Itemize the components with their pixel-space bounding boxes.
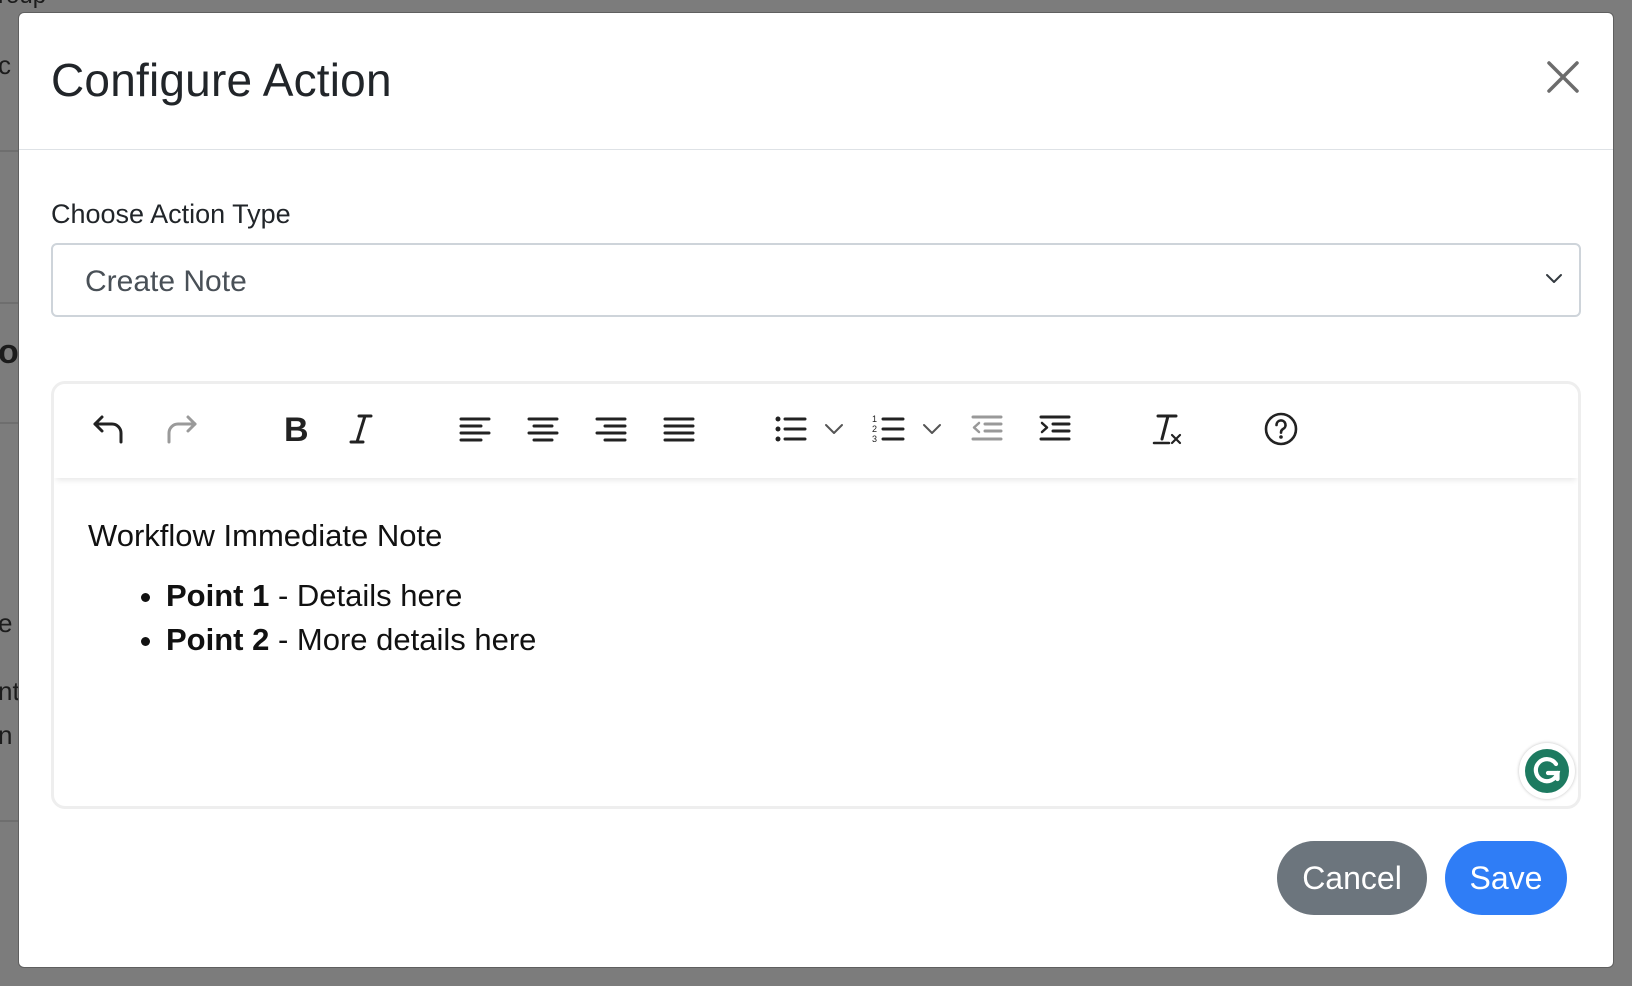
editor-toolbar: B 1 2 3 xyxy=(54,384,1578,478)
save-button[interactable]: Save xyxy=(1445,841,1567,915)
bullet-list-dropdown[interactable] xyxy=(822,414,846,444)
redo-icon xyxy=(167,415,197,444)
svg-text:1: 1 xyxy=(872,414,877,424)
note-bullet-list: Point 1 - Details here Point 2 - More de… xyxy=(88,574,1548,662)
numbered-list-icon: 1 2 3 xyxy=(872,414,905,444)
list-item-text: - Details here xyxy=(269,578,463,613)
chevron-down-icon xyxy=(923,424,941,434)
align-left-button[interactable] xyxy=(452,406,498,452)
align-justify-icon xyxy=(663,417,695,442)
numbered-list-dropdown[interactable] xyxy=(920,414,944,444)
grammarly-icon xyxy=(1525,749,1569,793)
configure-action-modal: Configure Action Choose Action Type Crea… xyxy=(18,12,1614,968)
svg-text:B: B xyxy=(284,411,309,447)
action-type-select[interactable]: Create Note xyxy=(51,243,1581,317)
modal-header: Configure Action xyxy=(19,13,1613,150)
help-icon xyxy=(1264,412,1298,446)
modal-title: Configure Action xyxy=(51,54,392,106)
indent-button[interactable] xyxy=(1032,406,1078,452)
align-center-button[interactable] xyxy=(520,406,566,452)
close-icon xyxy=(1547,61,1579,93)
editor-content[interactable]: Workflow Immediate Note Point 1 - Detail… xyxy=(88,514,1548,662)
background-text: o xyxy=(0,333,19,371)
undo-button[interactable] xyxy=(86,406,132,452)
align-justify-button[interactable] xyxy=(656,406,702,452)
bold-button[interactable]: B xyxy=(270,406,316,452)
action-type-value: Create Note xyxy=(85,265,247,298)
note-paragraph: Workflow Immediate Note xyxy=(88,518,443,553)
background-text: nt xyxy=(0,676,20,706)
align-center-icon xyxy=(527,417,559,442)
bullet-list-button[interactable] xyxy=(768,406,814,452)
action-type-label: Choose Action Type xyxy=(51,199,291,229)
clear-formatting-icon xyxy=(1152,414,1182,445)
align-left-icon xyxy=(459,417,491,442)
undo-icon xyxy=(93,415,123,444)
help-button[interactable] xyxy=(1258,406,1304,452)
italic-button[interactable] xyxy=(338,406,384,452)
bold-icon: B xyxy=(284,411,309,447)
clear-formatting-button[interactable] xyxy=(1144,406,1190,452)
background-text: roup xyxy=(0,0,46,10)
italic-icon xyxy=(349,414,373,444)
outdent-icon xyxy=(971,415,1003,441)
outdent-button[interactable] xyxy=(964,406,1010,452)
chevron-down-icon xyxy=(1546,274,1562,283)
redo-button[interactable] xyxy=(158,406,204,452)
list-item-text: - More details here xyxy=(269,622,537,657)
grammarly-button[interactable] xyxy=(1519,743,1575,799)
list-item-bold: Point 2 xyxy=(166,622,270,657)
list-item: Point 1 - Details here xyxy=(166,574,1548,618)
svg-text:3: 3 xyxy=(872,434,877,444)
chevron-down-icon xyxy=(825,424,843,434)
indent-icon xyxy=(1039,415,1071,441)
bullet-list-icon xyxy=(775,416,807,442)
rich-text-editor: B 1 2 3 Workflow Immediate Note • Point … xyxy=(51,381,1581,809)
svg-text:2: 2 xyxy=(872,424,877,434)
cancel-button[interactable]: Cancel xyxy=(1277,841,1427,915)
align-right-icon xyxy=(595,417,627,442)
background-text: c xyxy=(0,50,11,80)
align-right-button[interactable] xyxy=(588,406,634,452)
list-item-bold: Point 1 xyxy=(166,578,270,613)
list-item: Point 2 - More details here xyxy=(166,618,1548,662)
close-button[interactable] xyxy=(1543,57,1583,97)
numbered-list-button[interactable]: 1 2 3 xyxy=(866,406,912,452)
